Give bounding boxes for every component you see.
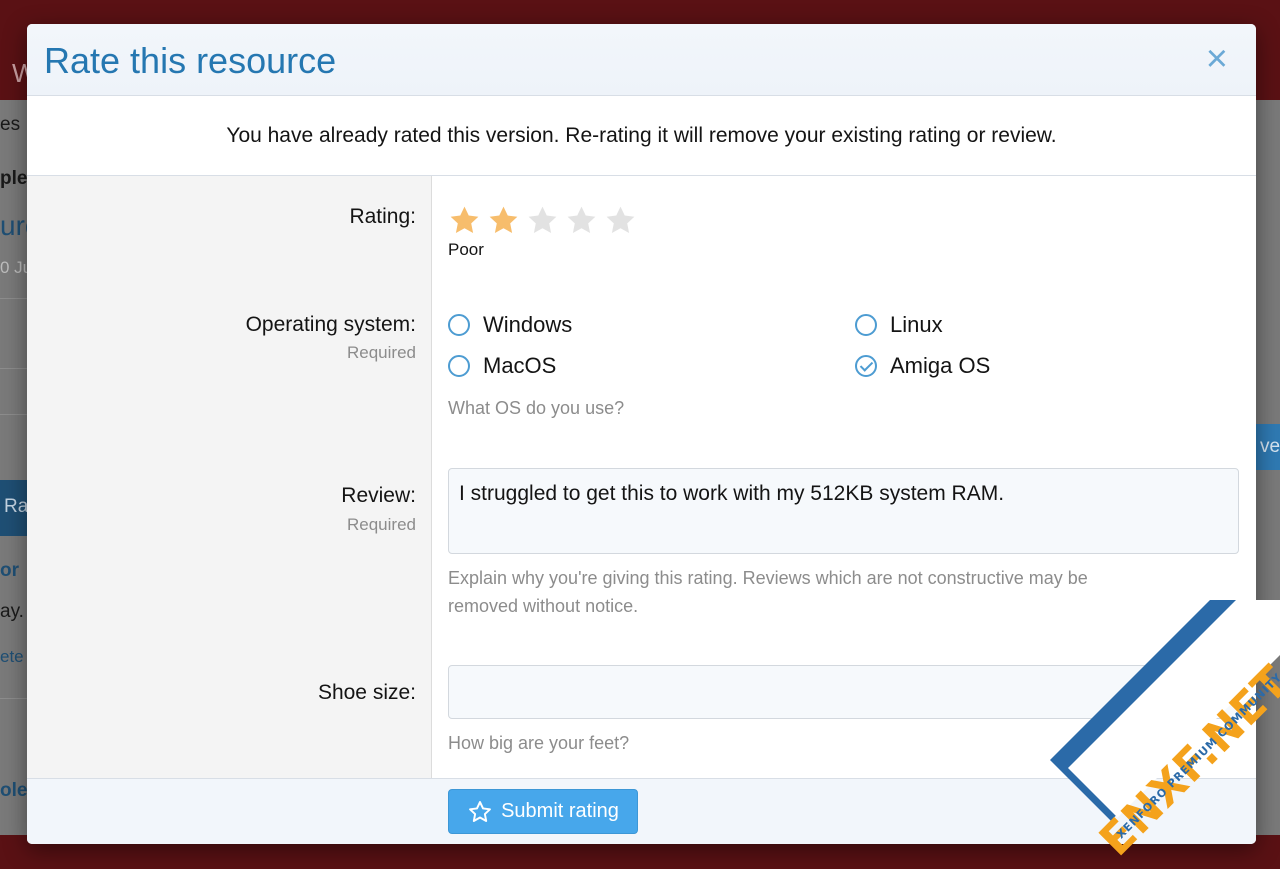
modal-header: Rate this resource × bbox=[27, 24, 1256, 96]
rate-resource-modal: Rate this resource × You have already ra… bbox=[27, 24, 1256, 844]
close-icon[interactable]: × bbox=[1206, 40, 1228, 78]
review-explain-line-2: removed without notice. bbox=[448, 596, 639, 616]
background-fragment: ve bbox=[1260, 436, 1280, 457]
os-required-hint: Required bbox=[347, 343, 416, 362]
rerate-notice: You have already rated this version. Re-… bbox=[226, 123, 1057, 147]
os-radio-linux[interactable]: Linux bbox=[855, 312, 943, 338]
modal-title: Rate this resource bbox=[44, 40, 337, 81]
background-fragment: es bbox=[0, 114, 21, 135]
shoe-size-explain: How big are your feet? bbox=[448, 733, 630, 753]
submit-rating-button[interactable]: Submit rating bbox=[448, 789, 638, 834]
review-explain-line-1: Explain why you're giving this rating. R… bbox=[448, 568, 1088, 588]
background-fragment: ple bbox=[0, 168, 28, 189]
modal-footer: Submit rating bbox=[27, 778, 1256, 844]
background-fragment: ete bbox=[0, 647, 24, 666]
review-label: Review: bbox=[341, 484, 416, 507]
shoe-size-label: Shoe size: bbox=[317, 681, 416, 704]
radio-icon[interactable] bbox=[855, 314, 877, 336]
submit-rating-label: Submit rating bbox=[501, 800, 619, 822]
os-radio-amiga[interactable]: Amiga OS bbox=[855, 353, 990, 379]
star-icon[interactable] bbox=[603, 203, 638, 238]
star-icon[interactable] bbox=[447, 203, 482, 238]
review-required-hint: Required bbox=[347, 515, 416, 534]
background-fragment: ole bbox=[0, 780, 28, 801]
os-radio-macos[interactable]: MacOS bbox=[448, 353, 556, 379]
background-fragment: ay. bbox=[0, 601, 24, 622]
notice-row: You have already rated this version. Re-… bbox=[27, 96, 1256, 176]
star-icon[interactable] bbox=[525, 203, 560, 238]
os-explain: What OS do you use? bbox=[448, 398, 625, 418]
os-radio-windows[interactable]: Windows bbox=[448, 312, 572, 338]
os-option-label: Windows bbox=[483, 312, 573, 337]
background-fragment: Ra bbox=[4, 496, 29, 517]
rating-form: Rating: Poor Operating system: Required … bbox=[27, 176, 1256, 778]
os-label: Operating system: bbox=[245, 313, 416, 336]
os-option-label: MacOS bbox=[483, 353, 557, 378]
shoe-size-input[interactable] bbox=[448, 665, 1239, 719]
star-icon[interactable] bbox=[564, 203, 599, 238]
os-option-label: Amiga OS bbox=[890, 353, 991, 378]
radio-icon[interactable] bbox=[448, 355, 470, 377]
review-textarea[interactable]: I struggled to get this to work with my … bbox=[448, 468, 1239, 554]
rating-value-text: Poor bbox=[448, 240, 484, 259]
star-outline-icon bbox=[467, 799, 493, 825]
star-rating[interactable] bbox=[447, 203, 638, 238]
radio-icon[interactable] bbox=[448, 314, 470, 336]
rating-label: Rating: bbox=[349, 205, 416, 228]
star-icon[interactable] bbox=[486, 203, 521, 238]
background-fragment: or bbox=[0, 560, 19, 581]
os-option-label: Linux bbox=[890, 312, 943, 337]
radio-checked-icon[interactable] bbox=[855, 355, 877, 377]
